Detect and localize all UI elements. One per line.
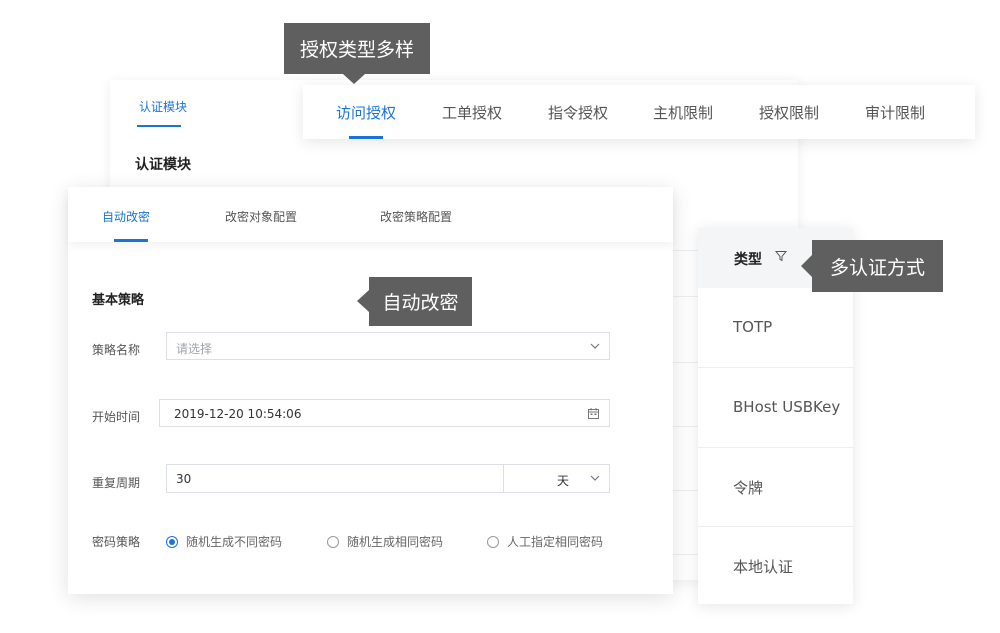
auth-type-label: TOTP: [733, 318, 773, 336]
strategy-name-select[interactable]: 请选择: [166, 332, 610, 360]
radio-checked-icon: [166, 535, 178, 548]
start-time-value: 2019-12-20 10:54:06: [174, 407, 302, 421]
repeat-cycle-unit-select[interactable]: 天: [503, 464, 610, 493]
radio-unchecked-icon: [327, 535, 339, 548]
auth-type-row: 本地认证: [698, 526, 853, 606]
repeat-cycle-value: 30: [176, 472, 192, 486]
section-title: 基本策略: [92, 293, 145, 308]
radio-manual-same[interactable]: 人工指定相同密码: [487, 533, 603, 550]
tab-ticket-authorization[interactable]: 工单授权: [442, 102, 502, 123]
active-tab-indicator: [137, 125, 181, 127]
tab-password-target-config[interactable]: 改密对象配置: [225, 208, 297, 225]
chevron-down-icon: [590, 343, 600, 349]
auto-password-change-card: 自动改密 改密对象配置 改密策略配置 基本策略 策略名称 请选择 开始时间 20…: [68, 187, 673, 594]
tab-access-authorization[interactable]: 访问授权: [336, 102, 396, 123]
radio-label: 随机生成相同密码: [347, 535, 444, 549]
auth-module-title: 认证模块: [135, 157, 191, 173]
active-tab-indicator: [349, 136, 383, 139]
radio-label: 人工指定相同密码: [507, 535, 604, 549]
tab-password-policy-config[interactable]: 改密策略配置: [380, 208, 452, 225]
tooltip-arrow: [357, 290, 369, 312]
radio-random-same[interactable]: 随机生成相同密码: [327, 533, 443, 550]
auth-type-label: 令牌: [733, 479, 764, 497]
tab-command-authorization[interactable]: 指令授权: [548, 102, 608, 123]
tooltip-arrow: [343, 74, 365, 84]
tooltip-auto-password: 自动改密: [369, 277, 472, 326]
calendar-icon[interactable]: [588, 408, 599, 419]
radio-label: 随机生成不同密码: [186, 535, 283, 549]
auth-type-row: TOTP: [698, 288, 853, 368]
tab-auto-password-change[interactable]: 自动改密: [102, 208, 150, 225]
authorization-tabs-bar: 访问授权 工单授权 指令授权 主机限制 授权限制 审计限制: [303, 85, 975, 139]
tooltip-authorization-types: 授权类型多样: [284, 23, 430, 74]
auth-type-row: BHost USBKey: [698, 368, 853, 448]
radio-random-different[interactable]: 随机生成不同密码: [166, 533, 282, 550]
type-column-label: 类型: [734, 252, 762, 268]
strategy-name-placeholder: 请选择: [176, 342, 213, 356]
tab-authorization-restriction[interactable]: 授权限制: [759, 102, 819, 123]
tab-audit-restriction[interactable]: 审计限制: [865, 102, 925, 123]
password-tabs-bar: 自动改密 改密对象配置 改密策略配置: [68, 187, 673, 242]
repeat-cycle-input[interactable]: 30: [166, 464, 504, 493]
chevron-down-icon: [590, 475, 600, 481]
auth-type-label: BHost USBKey: [733, 398, 841, 416]
repeat-cycle-unit: 天: [557, 474, 570, 488]
password-policy-label: 密码策略: [92, 535, 141, 549]
tab-host-restriction[interactable]: 主机限制: [653, 102, 713, 123]
active-tab-indicator: [114, 239, 148, 242]
start-time-input[interactable]: 2019-12-20 10:54:06: [159, 399, 610, 427]
tooltip-arrow: [801, 255, 812, 277]
strategy-name-label: 策略名称: [92, 343, 141, 357]
filter-icon[interactable]: [775, 250, 787, 262]
radio-unchecked-icon: [487, 535, 499, 548]
tab-auth-module[interactable]: 认证模块: [139, 98, 187, 115]
auth-type-row: 令牌: [698, 447, 853, 527]
repeat-cycle-label: 重复周期: [92, 476, 141, 490]
auth-type-label: 本地认证: [733, 558, 794, 576]
tooltip-multi-auth: 多认证方式: [812, 240, 943, 292]
start-time-label: 开始时间: [92, 410, 141, 424]
